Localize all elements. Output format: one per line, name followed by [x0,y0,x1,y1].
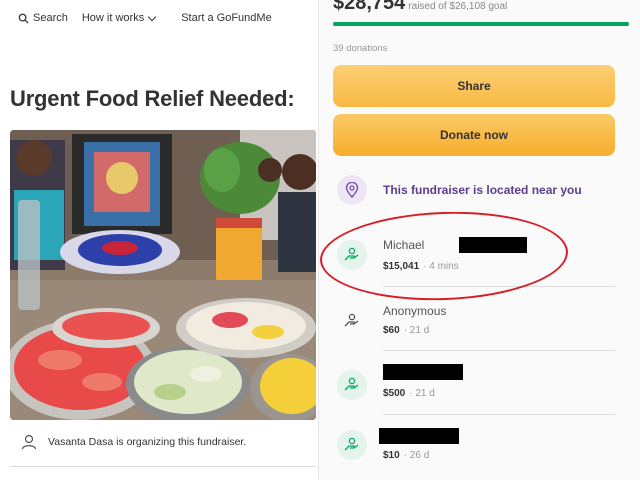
divider [383,286,615,287]
donation-sidebar: $28,754 raised of $26,108 goal 39 donatio… [318,0,640,480]
divider [10,466,316,467]
location-notice: This fundraiser is located near you [337,175,582,205]
donor-amount: $500 [383,388,406,399]
donor-amount: $60 [383,325,400,336]
donor-time: · 4 mins [423,261,459,272]
organizer-text: Vasanta Dasa is organizing this fundrais… [48,436,247,448]
donor-meta: $60 · 21 d [383,325,429,336]
donor-amount: $15,041 [383,261,420,272]
donation-hand-icon [337,306,367,336]
donor-meta: $500 · 21 d [383,388,435,399]
redaction-bar [459,237,527,253]
campaign-panel: Search How it works Start a GoFundMe Urg… [0,0,318,480]
chevron-down-icon [147,12,157,21]
search-label: Search [33,12,68,24]
campaign-title: Urgent Food Relief Needed: [10,86,295,111]
search-icon [18,13,29,24]
progress-bar [333,22,629,26]
donor-time: · 26 d [403,450,430,461]
divider [383,414,615,415]
donor-meta: $10 · 26 d [383,450,429,461]
donate-button[interactable]: Donate now [333,114,615,156]
redaction-bar [379,428,459,444]
donation-count: 39 donations [333,43,388,54]
share-button[interactable]: Share [333,65,615,107]
donor-item: Anonymous $60 · 21 d [337,304,619,366]
donation-hand-icon [337,430,367,460]
how-it-works-menu[interactable]: How it works [81,12,157,24]
donor-name: Anonymous [383,304,447,318]
start-gofundme-link[interactable]: Start a GoFundMe [181,12,272,24]
donor-time: · 21 d [409,388,435,399]
donor-item: $10 · 26 d [337,428,619,480]
top-nav: Search How it works Start a GoFundMe [18,12,272,24]
raised-amount: $28,754 [333,0,406,14]
progress-fill [333,22,629,26]
divider [383,350,615,351]
campaign-photo [10,130,316,420]
donor-item: Michael $15,041 · 4 mins [337,237,619,300]
organizer-row: Vasanta Dasa is organizing this fundrais… [20,433,246,451]
search-link[interactable]: Search [18,12,68,24]
redaction-bar [383,364,463,380]
user-icon [21,434,37,450]
goal-text: raised of $26,108 goal [408,1,508,12]
how-it-works-label: How it works [81,12,145,24]
donor-amount: $10 [383,450,400,461]
donor-item: $500 · 21 d [337,364,619,430]
donation-hand-icon [337,240,367,270]
location-pin-icon [337,175,367,205]
donor-meta: $15,041 · 4 mins [383,261,459,272]
raised-summary: $28,754 raised of $26,108 goal [333,0,507,15]
location-text: This fundraiser is located near you [383,183,582,197]
donor-time: · 21 d [403,325,430,336]
donation-hand-icon [337,370,367,400]
donor-name: Michael [383,238,425,252]
